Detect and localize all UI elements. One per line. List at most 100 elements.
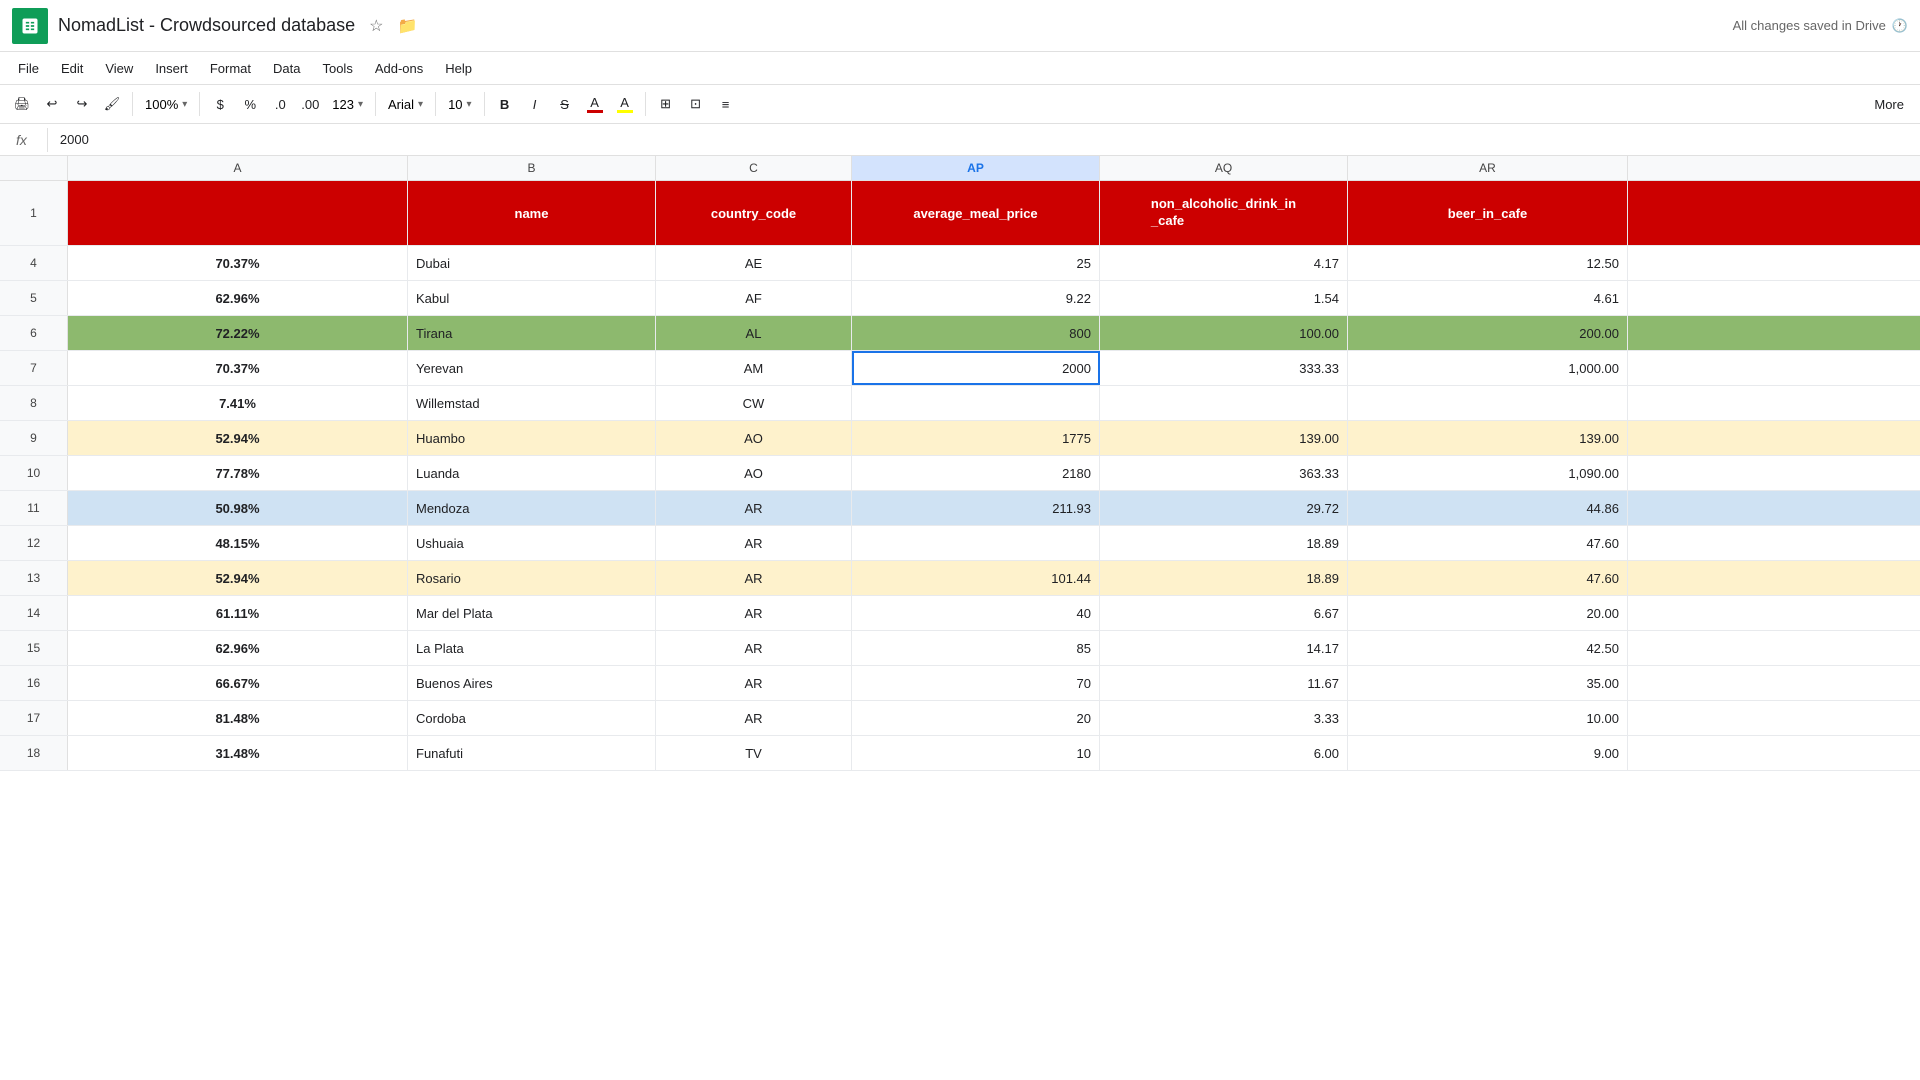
print-button[interactable]: 🖨 <box>8 90 36 118</box>
menu-help[interactable]: Help <box>435 57 482 80</box>
cell-15-AR[interactable]: 42.50 <box>1348 631 1628 665</box>
cell-12-C[interactable]: AR <box>656 526 852 560</box>
cell-15-B[interactable]: La Plata <box>408 631 656 665</box>
cell-11-AQ[interactable]: 29.72 <box>1100 491 1348 525</box>
col-header-AP[interactable]: AP <box>852 156 1100 180</box>
cell-4-AR[interactable]: 12.50 <box>1348 246 1628 280</box>
cell-11-AP[interactable]: 211.93 <box>852 491 1100 525</box>
cell-12-AR[interactable]: 47.60 <box>1348 526 1628 560</box>
cell-10-B[interactable]: Luanda <box>408 456 656 490</box>
menu-view[interactable]: View <box>95 57 143 80</box>
redo-button[interactable]: ↪ <box>68 90 96 118</box>
number-format-dropdown[interactable]: 123 ▾ <box>326 90 369 118</box>
borders-button[interactable]: ⊞ <box>652 90 680 118</box>
cell-18-AQ[interactable]: 6.00 <box>1100 736 1348 770</box>
row-num-16[interactable]: 16 <box>0 666 68 700</box>
cell-11-B[interactable]: Mendoza <box>408 491 656 525</box>
cell-9-AR[interactable]: 139.00 <box>1348 421 1628 455</box>
cell-5-C[interactable]: AF <box>656 281 852 315</box>
cell-10-AQ[interactable]: 363.33 <box>1100 456 1348 490</box>
cell-18-AP[interactable]: 10 <box>852 736 1100 770</box>
cell-13-AP[interactable]: 101.44 <box>852 561 1100 595</box>
cell-7-AP[interactable]: 2000 <box>852 351 1100 385</box>
more-button[interactable]: More <box>1866 90 1912 118</box>
cell-4-A[interactable]: 70.37% <box>68 246 408 280</box>
cell-7-AQ[interactable]: 333.33 <box>1100 351 1348 385</box>
cell-11-A[interactable]: 50.98% <box>68 491 408 525</box>
cell-1-B[interactable]: name <box>408 181 656 245</box>
cell-6-C[interactable]: AL <box>656 316 852 350</box>
cell-4-AP[interactable]: 25 <box>852 246 1100 280</box>
cell-14-AP[interactable]: 40 <box>852 596 1100 630</box>
menu-insert[interactable]: Insert <box>145 57 198 80</box>
cell-17-AR[interactable]: 10.00 <box>1348 701 1628 735</box>
cell-11-AR[interactable]: 44.86 <box>1348 491 1628 525</box>
row-num-9[interactable]: 9 <box>0 421 68 455</box>
col-header-AQ[interactable]: AQ <box>1100 156 1348 180</box>
cell-6-A[interactable]: 72.22% <box>68 316 408 350</box>
cell-7-A[interactable]: 70.37% <box>68 351 408 385</box>
row-num-4[interactable]: 4 <box>0 246 68 280</box>
menu-file[interactable]: File <box>8 57 49 80</box>
cell-15-A[interactable]: 62.96% <box>68 631 408 665</box>
cell-13-C[interactable]: AR <box>656 561 852 595</box>
cell-1-AP[interactable]: average_meal_price <box>852 181 1100 245</box>
row-num-14[interactable]: 14 <box>0 596 68 630</box>
cell-7-C[interactable]: AM <box>656 351 852 385</box>
cell-9-AQ[interactable]: 139.00 <box>1100 421 1348 455</box>
cell-17-AQ[interactable]: 3.33 <box>1100 701 1348 735</box>
star-icon[interactable]: ☆ <box>369 16 383 36</box>
cell-11-C[interactable]: AR <box>656 491 852 525</box>
row-num-13[interactable]: 13 <box>0 561 68 595</box>
row-num-8[interactable]: 8 <box>0 386 68 420</box>
cell-18-AR[interactable]: 9.00 <box>1348 736 1628 770</box>
cell-13-A[interactable]: 52.94% <box>68 561 408 595</box>
currency-button[interactable]: $ <box>206 90 234 118</box>
cell-6-AQ[interactable]: 100.00 <box>1100 316 1348 350</box>
cell-13-B[interactable]: Rosario <box>408 561 656 595</box>
decimal-left-button[interactable]: .0 <box>266 90 294 118</box>
cell-1-C[interactable]: country_code <box>656 181 852 245</box>
cell-5-B[interactable]: Kabul <box>408 281 656 315</box>
undo-button[interactable]: ↩ <box>38 90 66 118</box>
cell-5-AQ[interactable]: 1.54 <box>1100 281 1348 315</box>
cell-14-B[interactable]: Mar del Plata <box>408 596 656 630</box>
cell-8-A[interactable]: 7.41% <box>68 386 408 420</box>
row-num-11[interactable]: 11 <box>0 491 68 525</box>
cell-15-AP[interactable]: 85 <box>852 631 1100 665</box>
cell-14-AR[interactable]: 20.00 <box>1348 596 1628 630</box>
cell-14-C[interactable]: AR <box>656 596 852 630</box>
menu-format[interactable]: Format <box>200 57 261 80</box>
menu-tools[interactable]: Tools <box>312 57 362 80</box>
folder-icon[interactable]: 📁 <box>398 16 418 36</box>
cell-6-AP[interactable]: 800 <box>852 316 1100 350</box>
merge-button[interactable]: ⊡ <box>682 90 710 118</box>
cell-5-A[interactable]: 62.96% <box>68 281 408 315</box>
text-color-button[interactable]: A <box>581 90 609 118</box>
cell-18-B[interactable]: Funafuti <box>408 736 656 770</box>
cell-8-AP[interactable] <box>852 386 1100 420</box>
cell-4-B[interactable]: Dubai <box>408 246 656 280</box>
cell-13-AQ[interactable]: 18.89 <box>1100 561 1348 595</box>
col-header-A[interactable]: A <box>68 156 408 180</box>
cell-16-C[interactable]: AR <box>656 666 852 700</box>
cell-4-C[interactable]: AE <box>656 246 852 280</box>
cell-5-AR[interactable]: 4.61 <box>1348 281 1628 315</box>
formula-input[interactable]: 2000 <box>60 132 1912 147</box>
cell-16-AQ[interactable]: 11.67 <box>1100 666 1348 700</box>
font-dropdown[interactable]: Arial ▾ <box>382 90 429 118</box>
cell-6-B[interactable]: Tirana <box>408 316 656 350</box>
highlight-color-button[interactable]: A <box>611 90 639 118</box>
cell-7-B[interactable]: Yerevan <box>408 351 656 385</box>
cell-10-A[interactable]: 77.78% <box>68 456 408 490</box>
cell-5-AP[interactable]: 9.22 <box>852 281 1100 315</box>
cell-9-C[interactable]: AO <box>656 421 852 455</box>
cell-17-B[interactable]: Cordoba <box>408 701 656 735</box>
row-num-7[interactable]: 7 <box>0 351 68 385</box>
cell-9-A[interactable]: 52.94% <box>68 421 408 455</box>
cell-15-C[interactable]: AR <box>656 631 852 665</box>
cell-10-AP[interactable]: 2180 <box>852 456 1100 490</box>
zoom-dropdown[interactable]: 100% ▾ <box>139 90 193 118</box>
cell-4-AQ[interactable]: 4.17 <box>1100 246 1348 280</box>
col-header-AR[interactable]: AR <box>1348 156 1628 180</box>
